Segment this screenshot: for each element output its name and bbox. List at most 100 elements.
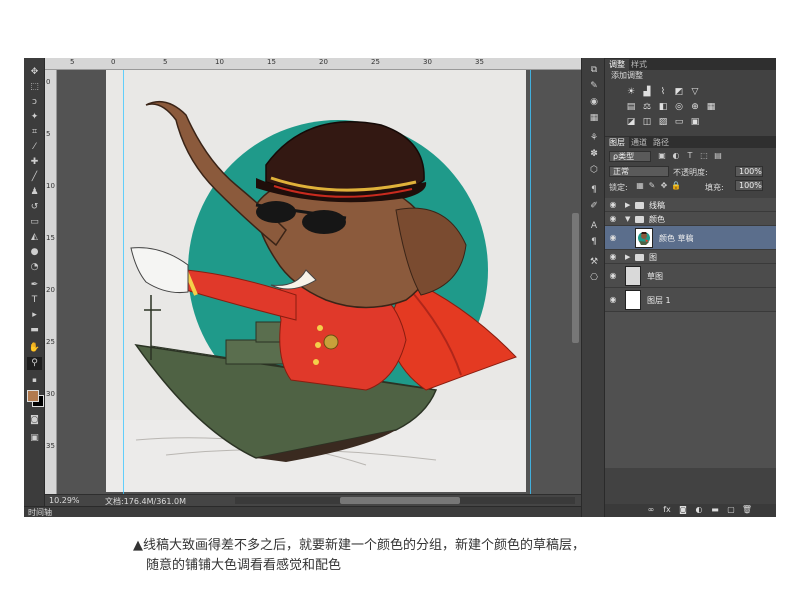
- zoom-level[interactable]: 10.29%: [49, 496, 80, 505]
- visibility-eye-icon[interactable]: ◉: [608, 271, 618, 280]
- selective-color-icon[interactable]: ▣: [689, 117, 701, 127]
- color-lookup-icon[interactable]: ▦: [705, 102, 717, 112]
- marquee-tool-icon[interactable]: ⬚: [27, 81, 42, 94]
- layer-row[interactable]: ◉ ▼ 颜色: [605, 212, 776, 226]
- color-balance-icon[interactable]: ⚖: [641, 102, 653, 112]
- visibility-eye-icon[interactable]: ◉: [608, 295, 618, 304]
- layer-row[interactable]: ◉ 草图: [605, 264, 776, 288]
- lock-all-icon[interactable]: 🔒: [671, 181, 681, 191]
- visibility-eye-icon[interactable]: ◉: [608, 252, 618, 261]
- magic-wand-tool-icon[interactable]: ✦: [27, 111, 42, 124]
- paragraph-panel-icon[interactable]: ¶: [587, 184, 601, 196]
- character-panel-icon[interactable]: A: [587, 220, 601, 232]
- curves-icon[interactable]: ⌇: [657, 87, 669, 97]
- collapse-caret-icon[interactable]: ▼: [625, 215, 630, 223]
- layer-row[interactable]: ◉ ▶ 线稿: [605, 198, 776, 212]
- filter-adjustment-icon[interactable]: ◐: [671, 151, 681, 161]
- lock-pixels-icon[interactable]: ✎: [647, 181, 657, 191]
- expand-caret-icon[interactable]: ▶: [625, 253, 630, 261]
- history-panel-icon[interactable]: ⧉: [587, 64, 601, 76]
- horizontal-scroll-thumb[interactable]: [340, 497, 460, 504]
- timeline-bar[interactable]: 时间轴: [24, 506, 581, 517]
- document-canvas[interactable]: [106, 70, 526, 492]
- navigator-panel-icon[interactable]: ⬡: [587, 164, 601, 176]
- brush-tool-icon[interactable]: ╱: [27, 171, 42, 184]
- add-mask-icon[interactable]: ◙: [677, 505, 689, 514]
- timeline-label[interactable]: 时间轴: [28, 507, 52, 517]
- new-layer-icon[interactable]: ▢: [725, 505, 737, 514]
- hue-saturation-icon[interactable]: ▤: [625, 102, 637, 112]
- paragraph-style-icon[interactable]: ¶: [587, 236, 601, 248]
- black-white-icon[interactable]: ◧: [657, 102, 669, 112]
- layer-filter-select[interactable]: ρ类型: [609, 151, 651, 162]
- tool-presets-icon[interactable]: ⚒: [587, 256, 601, 268]
- clone-source-icon[interactable]: ⎔: [587, 272, 601, 284]
- brush-settings-panel-icon[interactable]: ✐: [587, 200, 601, 212]
- crop-tool-icon[interactable]: ⌗: [27, 126, 42, 139]
- actions-panel-icon[interactable]: ⚘: [587, 132, 601, 144]
- lasso-tool-icon[interactable]: ↄ: [27, 96, 42, 109]
- blur-tool-icon[interactable]: ●: [27, 246, 42, 259]
- eraser-tool-icon[interactable]: ▭: [27, 216, 42, 229]
- tab-adjustments[interactable]: 调整: [605, 59, 629, 70]
- filter-smart-object-icon[interactable]: ▤: [713, 151, 723, 161]
- fill-input[interactable]: 100%: [735, 180, 763, 191]
- foreground-color-swatch[interactable]: [27, 390, 39, 402]
- new-group-icon[interactable]: ▬: [709, 505, 721, 514]
- info-panel-icon[interactable]: ✽: [587, 148, 601, 160]
- exposure-icon[interactable]: ◩: [673, 87, 685, 97]
- swatches-panel-icon[interactable]: ▦: [587, 112, 601, 124]
- link-layers-icon[interactable]: ∞: [645, 505, 657, 514]
- filter-pixel-icon[interactable]: ▣: [657, 151, 667, 161]
- hand-tool-icon[interactable]: ✋: [27, 342, 42, 355]
- screen-mode-icon[interactable]: ▣: [27, 432, 42, 445]
- channel-mixer-icon[interactable]: ⊕: [689, 102, 701, 112]
- horizontal-scrollbar[interactable]: [235, 497, 575, 504]
- move-tool-icon[interactable]: ✥: [27, 66, 42, 79]
- vertical-scrollbar[interactable]: [572, 213, 579, 343]
- filter-type-icon[interactable]: T: [685, 151, 695, 161]
- eyedropper-tool-icon[interactable]: ⁄: [27, 141, 42, 154]
- posterize-icon[interactable]: ◫: [641, 117, 653, 127]
- shape-tool-icon[interactable]: ▬: [27, 324, 42, 337]
- threshold-icon[interactable]: ▨: [657, 117, 669, 127]
- photo-filter-icon[interactable]: ◎: [673, 102, 685, 112]
- layer-style-icon[interactable]: fx: [661, 505, 673, 514]
- brightness-icon[interactable]: ☀: [625, 87, 637, 97]
- path-selection-tool-icon[interactable]: ▸: [27, 309, 42, 322]
- brush-preset-panel-icon[interactable]: ✎: [587, 80, 601, 92]
- layer-row[interactable]: ◉ 图层 1: [605, 288, 776, 312]
- visibility-eye-icon[interactable]: ◉: [608, 214, 618, 223]
- pen-tool-icon[interactable]: ✒: [27, 279, 42, 292]
- color-panel-icon[interactable]: ◉: [587, 96, 601, 108]
- default-colors-icon[interactable]: ▪: [27, 374, 42, 387]
- healing-brush-tool-icon[interactable]: ✚: [27, 156, 42, 169]
- zoom-tool-icon[interactable]: ⚲: [27, 357, 42, 370]
- opacity-input[interactable]: 100%: [735, 166, 763, 177]
- lock-position-icon[interactable]: ✥: [659, 181, 669, 191]
- tab-channels[interactable]: 通道: [627, 137, 651, 148]
- invert-icon[interactable]: ◪: [625, 117, 637, 127]
- layer-row[interactable]: ◉ ▶ 图: [605, 250, 776, 264]
- levels-icon[interactable]: ▟: [641, 87, 653, 97]
- visibility-eye-icon[interactable]: ◉: [608, 200, 618, 209]
- paint-bucket-tool-icon[interactable]: ◭: [27, 231, 42, 244]
- tab-paths[interactable]: 路径: [649, 137, 673, 148]
- expand-caret-icon[interactable]: ▶: [625, 201, 630, 209]
- delete-layer-icon[interactable]: 🗑: [741, 505, 753, 514]
- clone-stamp-tool-icon[interactable]: ♟: [27, 186, 42, 199]
- new-adjustment-layer-icon[interactable]: ◐: [693, 505, 705, 514]
- dodge-tool-icon[interactable]: ◔: [27, 261, 42, 274]
- filter-shape-icon[interactable]: ⬚: [699, 151, 709, 161]
- vibrance-icon[interactable]: ▽: [689, 87, 701, 97]
- lock-transparency-icon[interactable]: ▦: [635, 181, 645, 191]
- layer-row[interactable]: ◉ 颜色 草稿: [605, 226, 776, 250]
- tab-layers[interactable]: 图层: [605, 137, 629, 148]
- visibility-eye-icon[interactable]: ◉: [608, 233, 618, 242]
- type-tool-icon[interactable]: T: [27, 294, 42, 307]
- history-brush-tool-icon[interactable]: ↺: [27, 201, 42, 214]
- quick-mask-icon[interactable]: ◙: [27, 414, 42, 427]
- tab-styles[interactable]: 样式: [627, 59, 651, 70]
- gradient-map-icon[interactable]: ▭: [673, 117, 685, 127]
- blend-mode-select[interactable]: 正常: [609, 166, 669, 177]
